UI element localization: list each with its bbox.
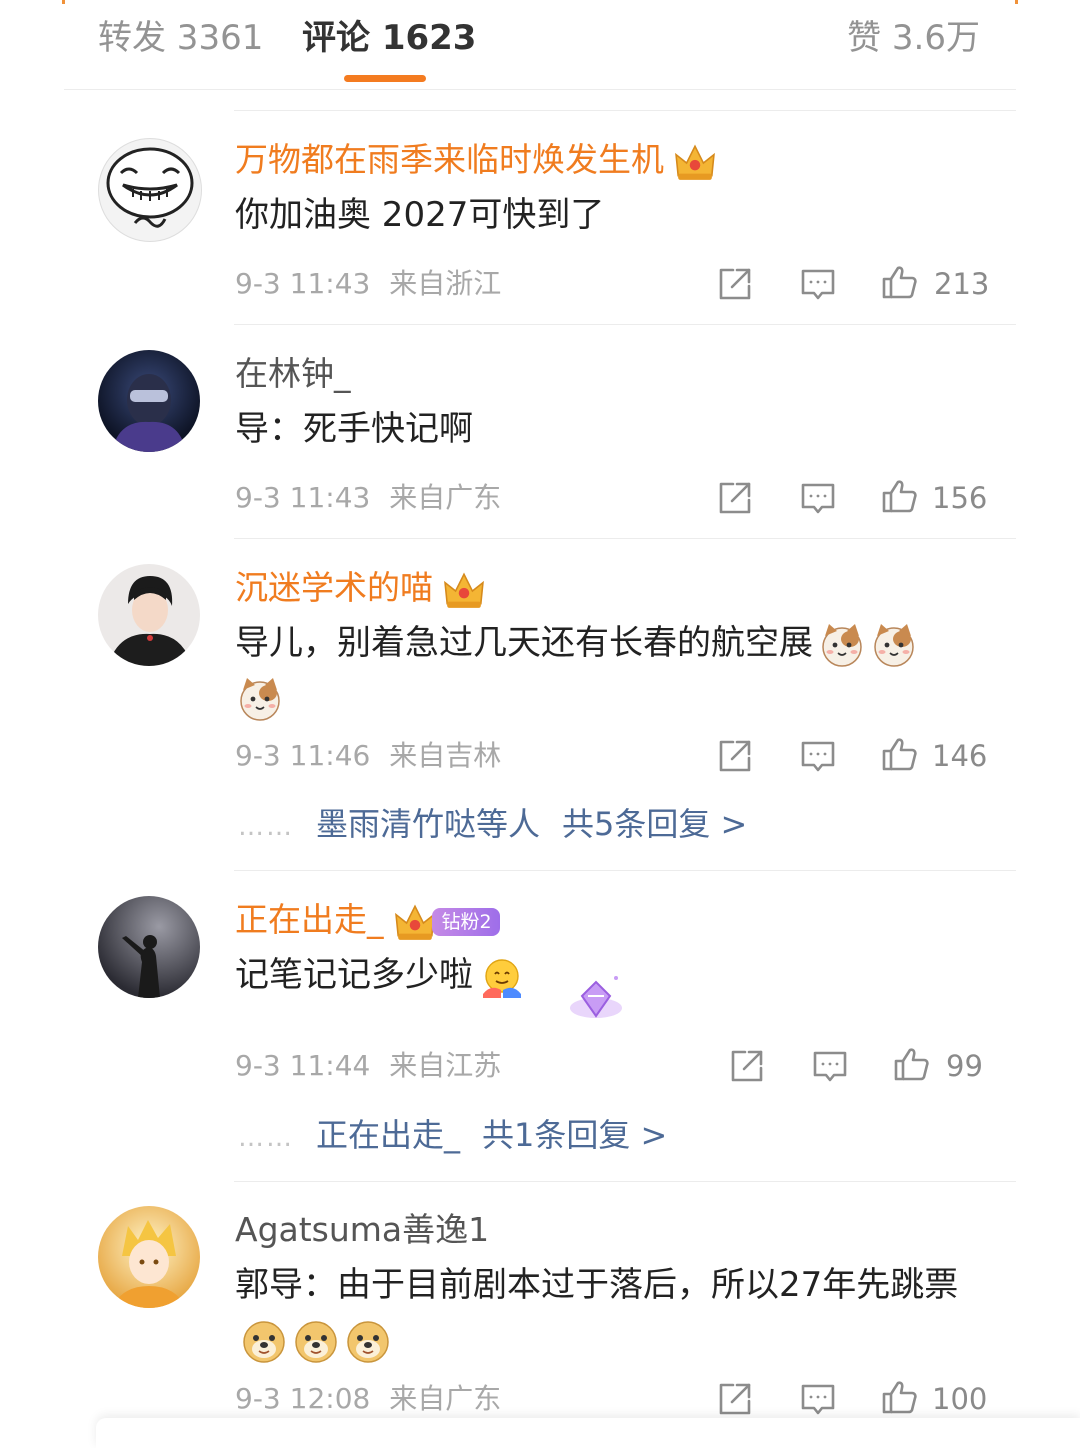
- comment-divider: [234, 870, 1016, 871]
- username[interactable]: 沉迷学术的喵: [235, 566, 487, 610]
- crown-badge-icon: [444, 572, 484, 609]
- comment-item: 万物都在雨季来临时焕发生机 你加油奥 2027可快到了 9-3 11:43 来自…: [0, 110, 1080, 324]
- tab-comments[interactable]: 评论 1623: [302, 16, 476, 60]
- reply-users[interactable]: 正在出走_: [316, 1116, 460, 1154]
- doge-emoji-icon: [295, 1320, 337, 1363]
- comment-meta: 9-3 11:43 来自广东: [235, 478, 501, 518]
- comment-text-body: 郭导：由于目前剧本过于落后，所以27年先跳票: [235, 1265, 959, 1305]
- cat-emoji-icon: [874, 622, 914, 667]
- comment-location: 来自广东: [389, 481, 502, 514]
- comment-text: 郭导：由于目前剧本过于落后，所以27年先跳票: [235, 1258, 995, 1366]
- comment-location: 来自吉林: [389, 739, 502, 772]
- avatar-anime-icon: [112, 1220, 186, 1308]
- tab-repost[interactable]: 转发 3361: [98, 16, 263, 60]
- username-text[interactable]: 万物都在雨季来临时焕发生机: [235, 140, 664, 179]
- share-icon[interactable]: [717, 1381, 753, 1417]
- share-icon[interactable]: [717, 480, 753, 516]
- tabs-divider: [64, 89, 1016, 90]
- replies-dots: ……: [238, 812, 294, 842]
- comment-item: 在林钟_ 导：死手快记啊 9-3 11:43 来自广东 156: [0, 324, 1080, 538]
- like-count: 156: [932, 481, 988, 515]
- comment-time: 9-3 11:43: [235, 267, 371, 300]
- comment-icon[interactable]: [800, 738, 836, 774]
- crown-badge-icon: [675, 144, 715, 181]
- like-count: 213: [934, 267, 990, 301]
- like-icon[interactable]: [893, 1046, 929, 1082]
- comment-meta: 9-3 11:43 来自浙江: [235, 264, 501, 304]
- crown-badge-icon: [394, 904, 435, 941]
- avatar-portrait-icon: [108, 576, 192, 666]
- avatar[interactable]: [98, 896, 200, 998]
- avatar-silhouette-icon: [122, 935, 160, 998]
- share-icon[interactable]: [717, 738, 753, 774]
- replies-link[interactable]: …… 墨雨清竹哒等人 共5条回复 >: [238, 802, 747, 849]
- comment-meta: 9-3 12:08 来自广东: [235, 1379, 501, 1419]
- like-count: 146: [932, 739, 988, 773]
- comment-location: 来自广东: [389, 1382, 502, 1415]
- comment-time: 9-3 11:43: [235, 481, 371, 514]
- username-text[interactable]: 正在出走_: [235, 900, 384, 939]
- cat-emoji-icon: [822, 622, 862, 667]
- comment-divider: [234, 1181, 1016, 1182]
- username[interactable]: 正在出走_ 钻粉2: [235, 898, 500, 942]
- like-count: 99: [946, 1049, 983, 1083]
- comment-icon[interactable]: [800, 1381, 836, 1417]
- comment-time: 9-3 11:44: [235, 1049, 371, 1082]
- avatar[interactable]: [98, 564, 200, 666]
- comment-meta: 9-3 11:46 来自吉林: [235, 736, 501, 776]
- share-icon[interactable]: [729, 1048, 765, 1084]
- avatar[interactable]: [98, 138, 202, 242]
- comment-text-body: 记笔记记多少啦: [235, 955, 473, 995]
- reply-count[interactable]: 共5条回复 >: [562, 805, 747, 843]
- tab-bar: 转发 3361 评论 1623 赞 3.6万: [0, 0, 1080, 90]
- comment-time: 9-3 11:46: [235, 739, 371, 772]
- comment-meta: 9-3 11:44 来自江苏: [235, 1046, 501, 1086]
- comment-text: 记笔记记多少啦: [235, 948, 525, 1002]
- comment-divider: [234, 538, 1016, 539]
- like-icon[interactable]: [881, 478, 917, 514]
- comment-divider: [234, 324, 1016, 325]
- comment-icon[interactable]: [800, 480, 836, 516]
- username[interactable]: 在林钟_: [235, 352, 351, 396]
- avatar[interactable]: [98, 350, 200, 452]
- tab-likes[interactable]: 赞 3.6万: [847, 16, 980, 60]
- comment-text: 导：死手快记啊: [235, 409, 473, 449]
- diamond-decoration-icon: [570, 976, 622, 1018]
- avatar[interactable]: [98, 1206, 200, 1308]
- avatar-person-icon: [112, 374, 186, 452]
- fan-level-badge: 钻粉2: [431, 907, 500, 936]
- comment-time: 9-3 12:08: [235, 1382, 371, 1415]
- hug-emoji-icon: [483, 958, 521, 998]
- comment-icon[interactable]: [800, 266, 836, 302]
- comment-text-body: 导儿，别着急过几天还有长春的航空展: [235, 623, 813, 663]
- like-icon[interactable]: [881, 1379, 917, 1415]
- replies-dots: ……: [238, 1123, 294, 1153]
- reply-users[interactable]: 墨雨清竹哒等人: [316, 805, 540, 843]
- bottom-input-bar[interactable]: [96, 1418, 1080, 1448]
- doge-emoji-icon: [347, 1320, 389, 1363]
- share-icon[interactable]: [717, 266, 753, 302]
- replies-link[interactable]: …… 正在出走_ 共1条回复 >: [238, 1113, 667, 1160]
- username[interactable]: 万物都在雨季来临时焕发生机: [235, 138, 718, 182]
- like-icon[interactable]: [881, 736, 917, 772]
- reply-count[interactable]: 共1条回复 >: [482, 1116, 667, 1154]
- like-count: 100: [932, 1382, 988, 1416]
- comment-text: 你加油奥 2027可快到了: [235, 195, 605, 235]
- username-text[interactable]: 沉迷学术的喵: [235, 568, 433, 607]
- cat-emoji-icon: [240, 676, 280, 721]
- like-icon[interactable]: [881, 264, 917, 300]
- username[interactable]: Agatsuma善逸1: [235, 1208, 489, 1252]
- avatar-smiley-icon: [106, 147, 194, 228]
- comment-location: 来自江苏: [389, 1049, 502, 1082]
- comment-icon[interactable]: [812, 1048, 848, 1084]
- comment-text: 导儿，别着急过几天还有长春的航空展: [235, 616, 995, 724]
- comment-location: 来自浙江: [389, 267, 502, 300]
- doge-emoji-icon: [243, 1320, 285, 1363]
- active-tab-indicator: [344, 75, 426, 82]
- comment-divider: [234, 110, 1016, 111]
